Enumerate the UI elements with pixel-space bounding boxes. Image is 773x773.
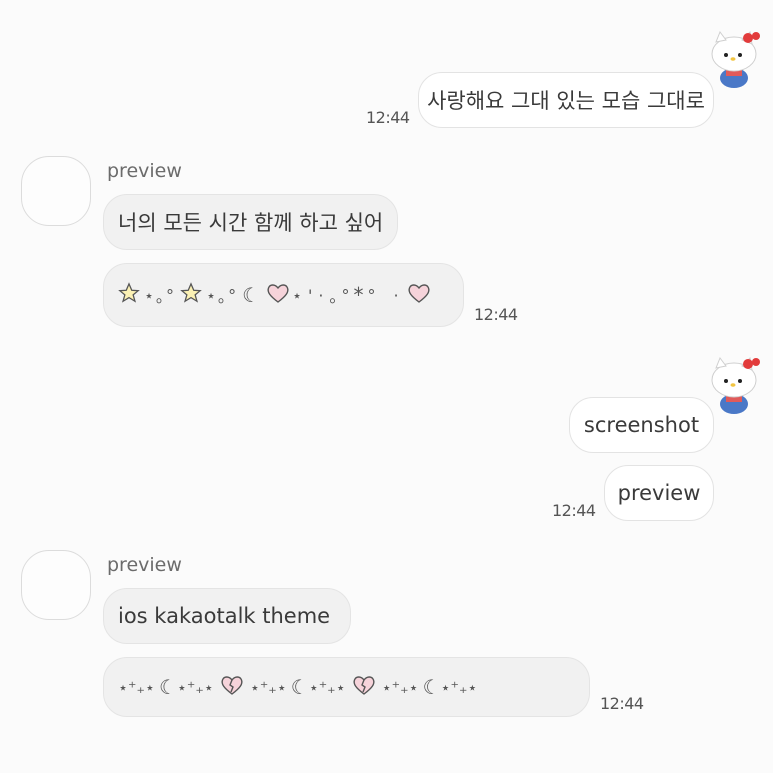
decor-glyph: ⋆ — [440, 677, 451, 697]
broken-heart-icon — [352, 674, 376, 701]
decor-glyph: ｡ — [329, 287, 338, 306]
star-icon — [180, 281, 202, 309]
incoming-message-bubble[interactable]: 너의 모든 시간 함께 하고 싶어 — [103, 194, 398, 250]
decor-glyph: ⋆⁺ — [118, 677, 137, 697]
decor-emoji-row: ⋆⁺ ₊ ⋆ ☾ ⋆ ⁺ ₊ ⋆ ⋆⁺ ₊ ⋆ ☾ ⋆ ⁺ ₊ ⋆ ⋆⁺ ₊ ⋆… — [118, 674, 477, 701]
decor-glyph: ⋆ — [276, 677, 287, 697]
moon-icon: ☾ — [422, 675, 441, 699]
sender-name: preview — [107, 554, 182, 576]
message-timestamp: 12:44 — [600, 694, 644, 713]
moon-icon: ☾ — [290, 675, 309, 699]
message-timestamp: 12:44 — [552, 501, 596, 520]
message-text: preview — [617, 481, 701, 505]
outgoing-message-bubble[interactable]: 사랑해요 그대 있는 모습 그대로 — [418, 72, 714, 128]
decor-glyph: ₊ — [400, 677, 409, 697]
decor-glyph: ｡ — [218, 287, 227, 306]
decor-glyph: ₊ — [136, 677, 145, 697]
decor-glyph: ⋆ — [144, 677, 155, 697]
star-icon — [118, 281, 140, 309]
decor-glyph: · — [393, 285, 399, 305]
decor-glyph: * — [353, 283, 364, 307]
decor-glyph: ⋆ — [292, 285, 303, 305]
decor-glyph: ₊ — [195, 677, 204, 697]
decor-glyph: ° — [367, 285, 376, 305]
heart-icon — [407, 282, 431, 309]
decor-glyph: ⁺ — [450, 677, 459, 697]
message-text: 사랑해요 그대 있는 모습 그대로 — [427, 89, 705, 113]
heart-icon — [266, 282, 290, 309]
decor-glyph: ° — [228, 285, 237, 305]
moon-icon: ☾ — [158, 675, 177, 699]
moon-icon: ☾ — [242, 283, 260, 307]
my-avatar-hello-kitty-icon[interactable] — [706, 26, 762, 90]
message-timestamp: 12:44 — [474, 305, 518, 324]
decor-glyph: ⋆ — [467, 677, 478, 697]
message-text: ios kakaotalk theme — [118, 604, 331, 628]
incoming-decor-bubble[interactable]: ⋆ ｡ ° ⋆ ｡ ° ☾ ⋆ ' · ｡ ° * ° · — [103, 263, 464, 327]
outgoing-message-bubble[interactable]: screenshot — [569, 397, 714, 453]
decor-glyph: ⋆ — [203, 677, 214, 697]
message-text: screenshot — [583, 413, 700, 437]
decor-glyph: ° — [166, 285, 175, 305]
broken-heart-icon — [220, 674, 244, 701]
outgoing-message-bubble[interactable]: preview — [604, 465, 714, 521]
decor-glyph: ' — [308, 285, 313, 305]
decor-glyph: ₊ — [458, 677, 468, 697]
friend-avatar-blank-avatar-icon[interactable] — [21, 156, 91, 226]
incoming-decor-bubble[interactable]: ⋆⁺ ₊ ⋆ ☾ ⋆ ⁺ ₊ ⋆ ⋆⁺ ₊ ⋆ ☾ ⋆ ⁺ ₊ ⋆ ⋆⁺ ₊ ⋆… — [103, 657, 590, 717]
decor-glyph: ⋆ — [176, 677, 187, 697]
decor-glyph: ° — [341, 285, 350, 305]
decor-emoji-row: ⋆ ｡ ° ⋆ ｡ ° ☾ ⋆ ' · ｡ ° * ° · — [118, 281, 431, 309]
sender-name: preview — [107, 160, 182, 182]
decor-glyph: ⋆ — [408, 677, 419, 697]
decor-glyph: ⋆ — [308, 677, 319, 697]
incoming-message-bubble[interactable]: ios kakaotalk theme — [103, 588, 351, 644]
decor-glyph: ₊ — [327, 677, 336, 697]
decor-glyph: ｡ — [156, 287, 165, 306]
decor-glyph: · — [318, 285, 324, 305]
decor-glyph: ⁺ — [318, 677, 328, 697]
decor-glyph: ⋆⁺ — [381, 677, 401, 697]
decor-glyph: ₊ — [268, 677, 277, 697]
decor-glyph: ⋆ — [144, 285, 155, 305]
decor-glyph: ⋆⁺ — [249, 677, 269, 697]
decor-glyph: ⋆ — [206, 285, 217, 305]
my-avatar-hello-kitty-icon[interactable] — [706, 352, 762, 416]
decor-glyph: ⁺ — [186, 677, 196, 697]
message-text: 너의 모든 시간 함께 하고 싶어 — [118, 211, 384, 235]
message-timestamp: 12:44 — [366, 108, 410, 127]
decor-glyph: ⋆ — [335, 677, 346, 697]
friend-avatar-blank-avatar-icon[interactable] — [21, 550, 91, 620]
